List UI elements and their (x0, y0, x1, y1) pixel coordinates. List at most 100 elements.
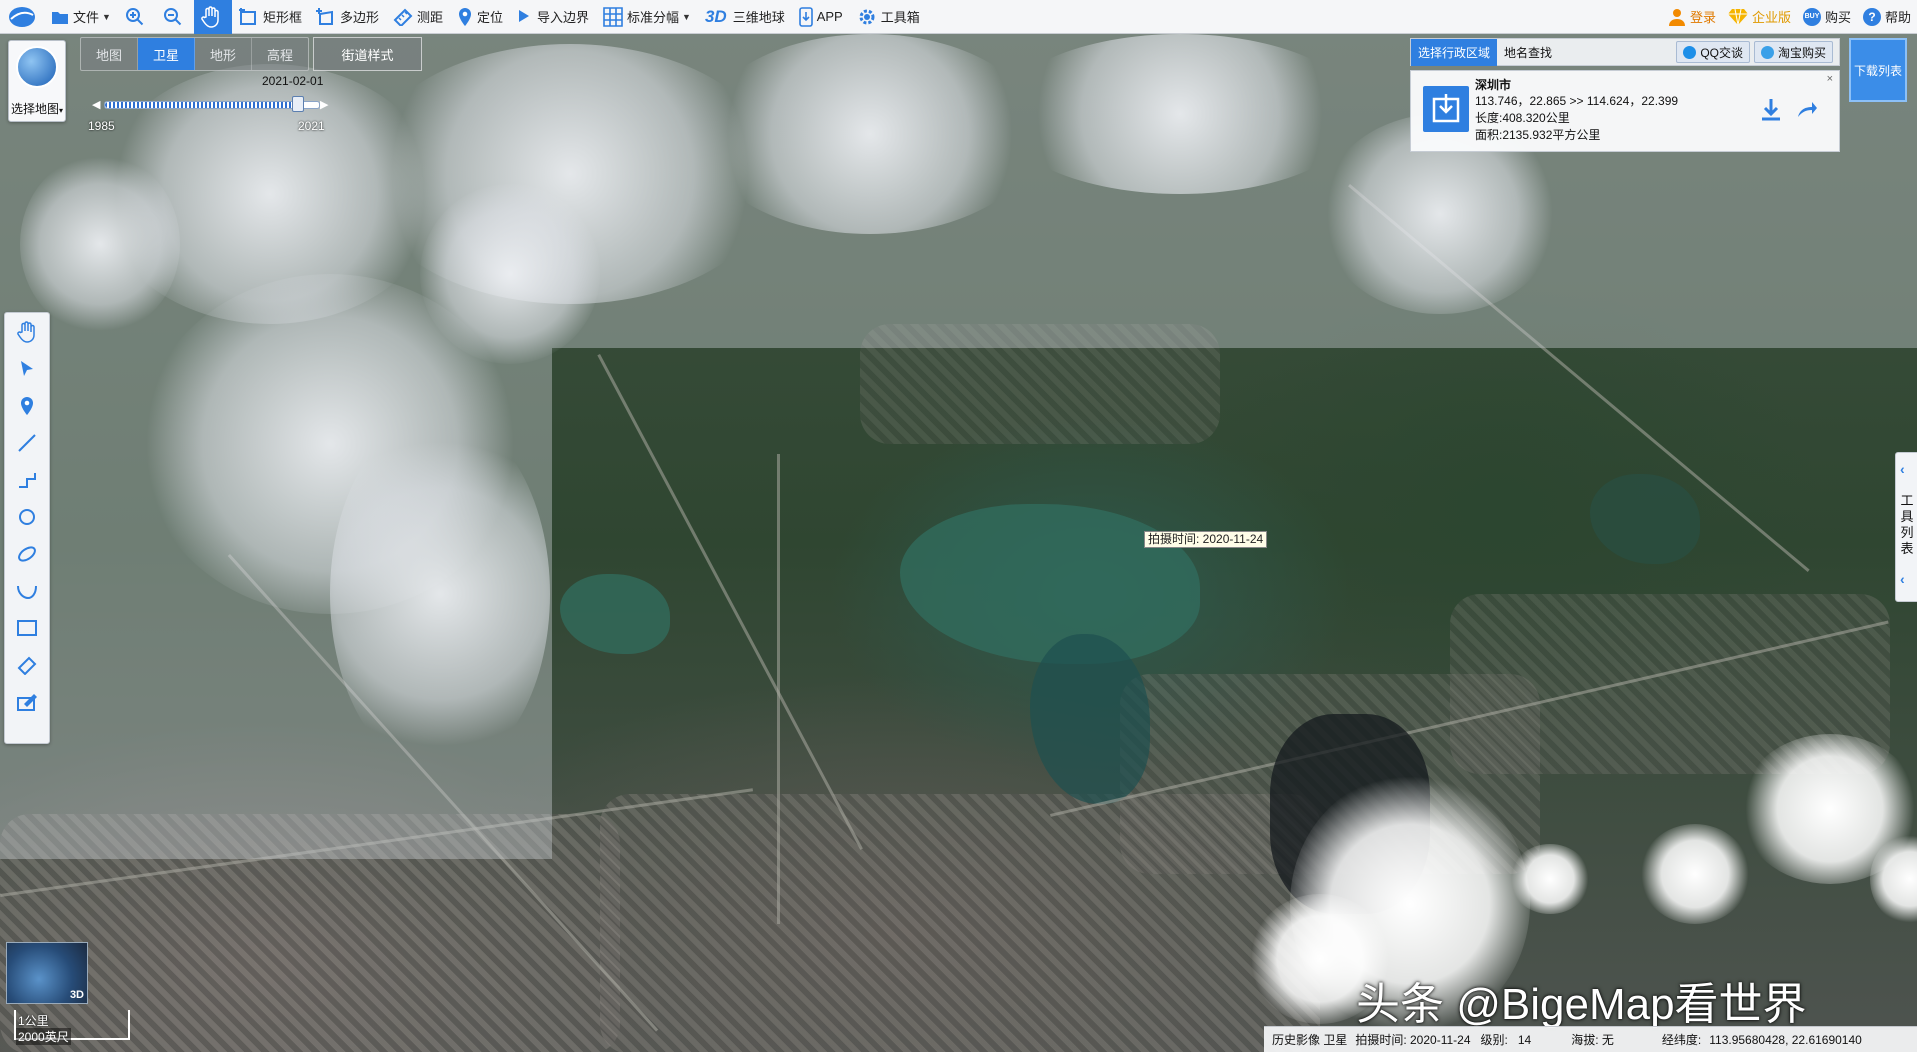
file-menu[interactable]: 文件 ▼ (44, 0, 118, 34)
taobao-buy-button[interactable]: 淘宝购买 (1753, 41, 1833, 63)
timeline-fill (105, 102, 298, 108)
login-button[interactable]: 登录 (1662, 0, 1722, 34)
tool-list-label: 工具列表 (1900, 493, 1914, 556)
download-icon[interactable] (1760, 97, 1782, 124)
region-tabs: 选择行政区域 地名查找 QQ交谈 淘宝购买 (1410, 38, 1840, 66)
enterprise-button[interactable]: 企业版 (1722, 0, 1797, 34)
timeline-next-icon[interactable]: ▶ (320, 98, 328, 111)
status-level: 14 (1517, 1032, 1532, 1047)
tab-satellite[interactable]: 卫星 (138, 38, 195, 70)
qq-icon (1683, 45, 1697, 59)
help-label: 帮助 (1884, 10, 1911, 25)
status-level-label: 级别: (1480, 1033, 1508, 1047)
status-bar: 历史影像 卫星 拍摄时间: 2020-11-24 级别: 14 海拔: 无 经纬… (1264, 1026, 1917, 1052)
polygon-icon (315, 7, 333, 25)
gear-icon (859, 9, 875, 24)
std-tiles-menu[interactable]: 标准分幅 ▼ (596, 0, 698, 34)
app-logo-icon[interactable] (0, 0, 44, 34)
download-region-icon[interactable] (1423, 86, 1469, 132)
line-icon (18, 433, 36, 452)
timeline-handle[interactable] (291, 96, 304, 112)
region-coords: 113.746，22.865 >> 114.624，22.399 (1475, 94, 1679, 108)
satellite-map-canvas[interactable] (0, 34, 1917, 1052)
hand-icon (17, 320, 35, 343)
chevron-left-icon: ‹ (1900, 461, 1905, 477)
zoom-out-button[interactable] (156, 0, 194, 34)
rect-frame-label: 矩形框 (262, 10, 302, 25)
close-icon[interactable]: × (1827, 73, 1833, 85)
help-button[interactable]: ? 帮助 (1857, 0, 1917, 34)
measure-button[interactable]: 测距 (386, 0, 450, 34)
polyline-tool[interactable] (5, 461, 49, 498)
pin-icon (21, 396, 33, 415)
user-icon (1668, 8, 1685, 26)
mini-globe-3d-toggle[interactable]: 3D (6, 942, 88, 1004)
ruler-tool[interactable] (5, 646, 49, 683)
zoom-out-icon (163, 7, 182, 25)
enterprise-label: 企业版 (1751, 10, 1791, 25)
location-pin-icon (458, 7, 471, 26)
cloud (420, 184, 600, 364)
buy-button[interactable]: BUY 购买 (1797, 0, 1857, 34)
toolbox-button[interactable]: 工具箱 (850, 0, 927, 34)
hand-tool[interactable] (5, 313, 49, 350)
rectangle-tool[interactable] (5, 609, 49, 646)
taobao-buy-label: 淘宝购买 (1777, 45, 1826, 60)
locate-button[interactable]: 定位 (450, 0, 510, 34)
globe-3d-label: 三维地球 (732, 10, 785, 25)
tab-map[interactable]: 地图 (81, 38, 138, 70)
hand-icon (201, 5, 219, 28)
help-icon: ? (1862, 7, 1881, 26)
curve-icon (17, 585, 37, 599)
tool-list-toggle[interactable]: ‹ 工具列表 ‹ (1895, 452, 1917, 602)
buy-icon: BUY (1802, 7, 1821, 26)
select-tool[interactable] (5, 350, 49, 387)
globe-icon (16, 46, 58, 88)
ellipse-tool[interactable] (5, 535, 49, 572)
cumulus-cloud (1640, 824, 1750, 924)
line-tool[interactable] (5, 424, 49, 461)
qq-chat-button[interactable]: QQ交谈 (1676, 41, 1750, 63)
zoom-in-button[interactable] (118, 0, 156, 34)
reservoir (560, 574, 670, 654)
road (777, 454, 780, 924)
timeline-slider[interactable] (104, 101, 320, 109)
download-list-button[interactable]: 下载列表 (1849, 38, 1907, 102)
import-border-button[interactable]: 导入边界 (510, 0, 596, 34)
import-icon (519, 9, 529, 22)
street-style-button[interactable]: 街道样式 (313, 37, 422, 71)
top-toolbar: 文件 ▼ 矩形框 多边形 测距 定位 导入边界 标准分幅 ▼ 3D 三维地球 APP (0, 0, 1917, 34)
globe-3d-button[interactable]: 3D 三维地球 (698, 0, 792, 34)
cloud (1000, 34, 1360, 194)
area-measure-tool[interactable] (5, 683, 49, 720)
timeline-max-year: 2021 (298, 119, 325, 133)
pan-button[interactable] (193, 0, 232, 34)
rect-frame-button[interactable]: 矩形框 (232, 0, 309, 34)
diamond-icon (1727, 8, 1748, 25)
file-menu-label: 文件 (73, 10, 100, 25)
toolbox-label: 工具箱 (880, 10, 920, 25)
curve-tool[interactable] (5, 572, 49, 609)
import-border-label: 导入边界 (537, 10, 590, 25)
region-name: 深圳市 (1475, 78, 1512, 92)
grid-icon (603, 6, 623, 27)
app-label: APP (816, 9, 843, 24)
tab-select-admin-region[interactable]: 选择行政区域 (1411, 38, 1498, 66)
map-mode-tabs: 地图 卫星 地形 高程 (80, 37, 309, 71)
map-selector[interactable]: 选择地图▾ (8, 40, 66, 122)
marker-tool[interactable] (5, 387, 49, 424)
timeline-prev-icon[interactable]: ◀ (92, 98, 100, 111)
tab-terrain[interactable]: 地形 (195, 38, 252, 70)
share-icon[interactable] (1796, 99, 1818, 122)
tab-place-search[interactable]: 地名查找 (1497, 39, 1559, 66)
circle-tool[interactable] (5, 498, 49, 535)
circle-icon (19, 508, 35, 525)
region-length: 长度:408.320公里 (1475, 111, 1570, 125)
region-info-card: 深圳市 113.746，22.865 >> 114.624，22.399 长度:… (1410, 70, 1840, 152)
tab-elevation[interactable]: 高程 (252, 38, 308, 70)
polygon-button[interactable]: 多边形 (309, 0, 386, 34)
app-button[interactable]: APP (792, 0, 850, 34)
scale-feet: 2000英尺 (16, 1028, 71, 1045)
timeline-current-date: 2021-02-01 (262, 74, 324, 88)
rectangle-select-icon (238, 7, 256, 25)
